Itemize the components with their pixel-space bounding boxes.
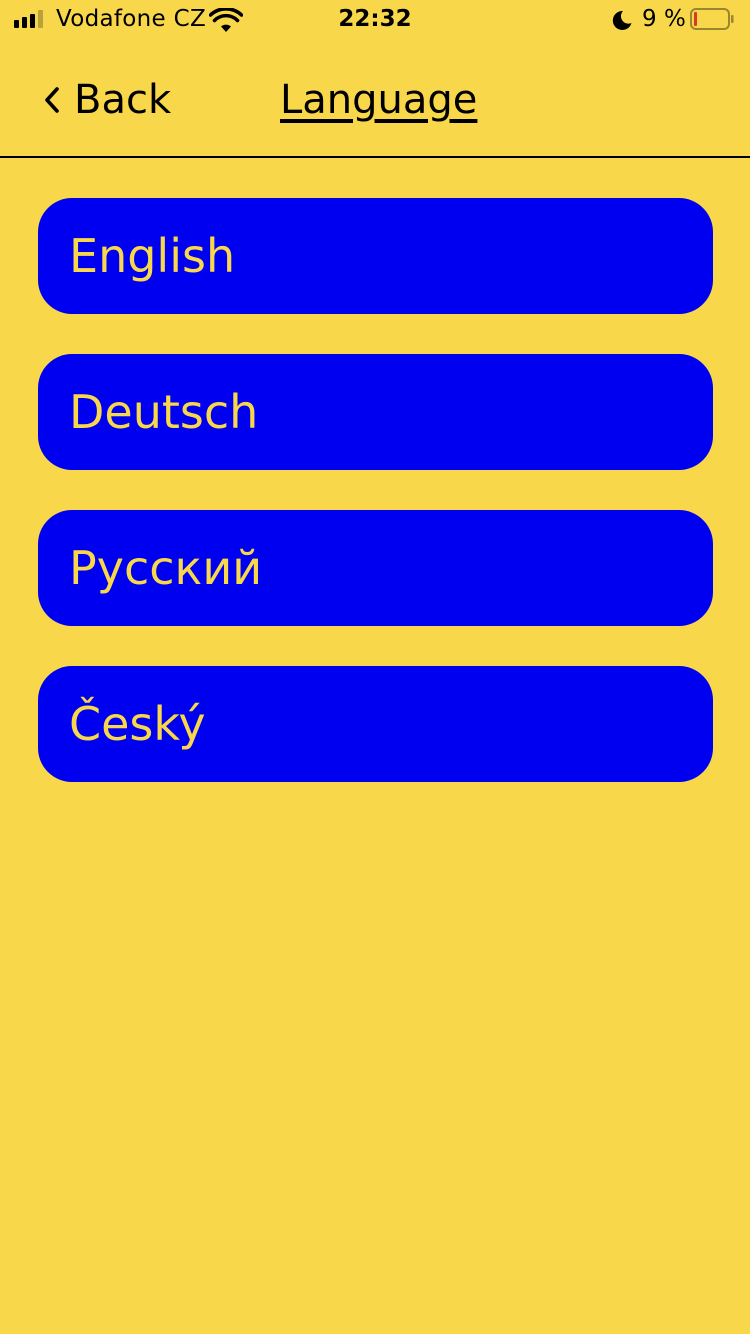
language-option-czech[interactable]: Český [38,666,713,782]
language-label: English [69,229,236,283]
language-list: English Deutsch Русский Český [38,198,713,782]
page-title: Language [280,77,478,123]
back-button[interactable]: Back [40,74,171,126]
back-label: Back [74,77,172,123]
language-label: Deutsch [69,385,259,439]
battery-icon [690,8,734,30]
language-label: Český [69,697,206,751]
chevron-left-icon [45,87,59,113]
language-option-russian[interactable]: Русский [38,510,713,626]
navigation-bar: Back Language [0,40,750,158]
language-option-english[interactable]: English [38,198,713,314]
language-option-deutsch[interactable]: Deutsch [38,354,713,470]
battery-percent: 9 % [642,6,686,32]
language-label: Русский [69,541,263,595]
moon-icon [612,10,632,30]
status-bar: Vodafone CZ 22:32 9 % [0,0,750,40]
clock: 22:32 [338,6,412,32]
